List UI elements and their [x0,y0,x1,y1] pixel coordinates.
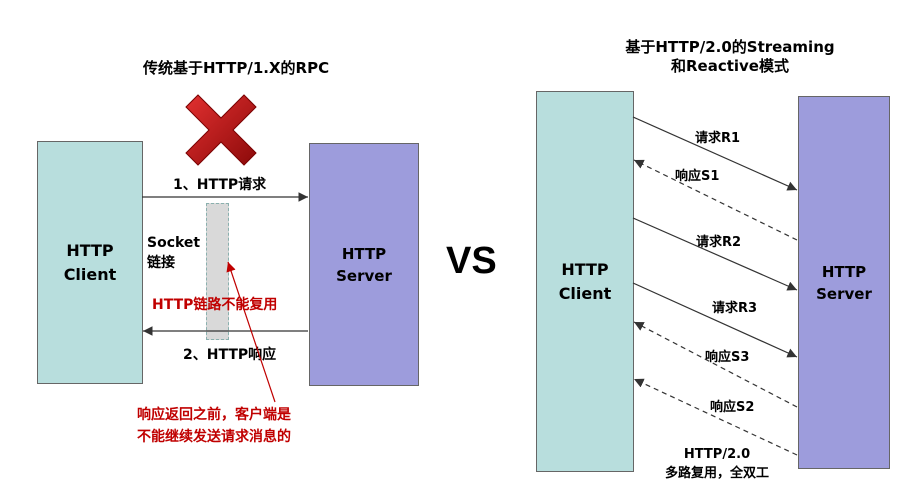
request-r1-arrow [632,116,798,191]
blocking-pointer-arrow [226,261,276,403]
request-r2-arrow [632,217,798,291]
response-s3-arrow [633,321,798,408]
response-s1-arrow [633,159,798,241]
response-s2-arrow [633,378,798,456]
request-r3-arrow [632,282,798,358]
arrows-overlay [142,116,798,456]
